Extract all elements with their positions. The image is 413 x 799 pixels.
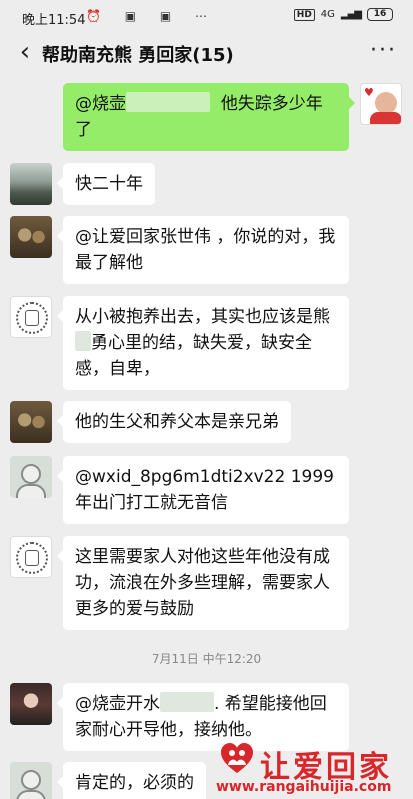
sketch-head	[21, 770, 41, 790]
status-time: 晚上11:54	[22, 13, 86, 28]
status-bar: 晚上11:54 ⏰ ▣ ▣ ⋯ HD 4G ▂▄▆ 16	[0, 0, 413, 34]
avatar-user-seal[interactable]	[10, 536, 52, 578]
message-text: @wxid_8pg6m1dti2xv22 1999 年出门打工就无音信	[75, 467, 334, 513]
avatar-self[interactable]: ♥	[360, 83, 402, 125]
signal-icon: ▂▄▆	[340, 9, 362, 20]
network-icon: 4G	[320, 9, 335, 20]
watermark: 让爱回家 www.rangaihuijia.com	[216, 742, 413, 799]
back-arrow-icon[interactable]: ‹	[10, 36, 40, 70]
avatar-user-mountain[interactable]	[10, 163, 52, 205]
message-timestamp: 7月11日 中午12:20	[151, 652, 262, 666]
watermark-url: www.rangaihuijia.com	[216, 779, 392, 795]
message-text: @烧壶开水	[75, 694, 160, 714]
heart-family-icon	[221, 743, 253, 773]
message-bubble-outgoing[interactable]: @烧壶 他失踪多少年了	[63, 83, 355, 151]
seal-core	[25, 550, 39, 566]
avatar-user-statue[interactable]	[10, 401, 52, 443]
avatar-face	[375, 92, 397, 114]
chat-title: 帮助南充熊 勇回家(15)	[42, 41, 234, 67]
message-bubble-incoming[interactable]: @烧壶开水. 希望能接他回家耐心开导他，接纳他。	[57, 683, 349, 751]
avatar-user-sketch[interactable]	[10, 762, 52, 799]
sketch-head	[21, 464, 41, 484]
message-bubble-incoming[interactable]: @wxid_8pg6m1dti2xv22 1999 年出门打工就无音信	[57, 456, 349, 524]
battery-icon: 16	[367, 8, 393, 21]
sketch-body	[16, 484, 46, 498]
chat-title-text: 帮助南充熊 勇回家(15)	[42, 45, 234, 66]
message-bubble-incoming[interactable]: @让爱回家张世伟 ，你说的对，我最了解他	[57, 216, 349, 284]
avatar-shirt	[370, 112, 401, 124]
avatar-user-statue[interactable]	[10, 216, 52, 258]
message-text: 快二十年	[75, 174, 143, 194]
message-text: 肯定的，必须的	[75, 773, 194, 793]
message-text: @烧壶	[75, 94, 126, 114]
message-text: 他的生父和养父本是亲兄弟	[75, 412, 279, 432]
message-text: 从小被抱养出去，其实也应该是熊	[75, 307, 330, 327]
message-text: 勇心里的结，缺失爱，缺安全感，自卑，	[75, 333, 312, 379]
more-options-icon[interactable]: ···	[370, 38, 397, 63]
sketch-body	[16, 790, 46, 799]
message-bubble-incoming[interactable]: 肯定的，必须的	[57, 762, 206, 799]
hd-icon: HD	[293, 8, 315, 21]
message-bubble-incoming[interactable]: 从小被抱养出去，其实也应该是熊勇心里的结，缺失爱，缺安全感，自卑，	[57, 296, 349, 390]
seal-core	[25, 310, 39, 326]
message-text: 这里需要家人对他这些年他没有成功，流浪在外多些理解，需要家人更多的爱与鼓励	[75, 547, 330, 619]
message-bubble-incoming[interactable]: 他的生父和养父本是亲兄弟	[57, 401, 291, 443]
redacted-name	[160, 692, 214, 712]
message-text: @让爱回家张世伟 ，你说的对，我最了解他	[75, 227, 336, 273]
redacted-name	[75, 331, 91, 351]
avatar-user-girl[interactable]	[10, 683, 52, 725]
message-bubble-incoming[interactable]: 快二十年	[57, 163, 155, 205]
status-right: HD 4G ▂▄▆ 16	[293, 8, 393, 21]
status-icons: ⏰ ▣ ▣ ⋯	[86, 9, 218, 23]
avatar-user-seal[interactable]	[10, 296, 52, 338]
avatar-user-sketch[interactable]	[10, 456, 52, 498]
redacted-name	[126, 92, 210, 112]
chat-header: ‹ 帮助南充熊 勇回家(15) ···	[0, 34, 413, 74]
message-bubble-incoming[interactable]: 这里需要家人对他这些年他没有成功，流浪在外多些理解，需要家人更多的爱与鼓励	[57, 536, 349, 630]
